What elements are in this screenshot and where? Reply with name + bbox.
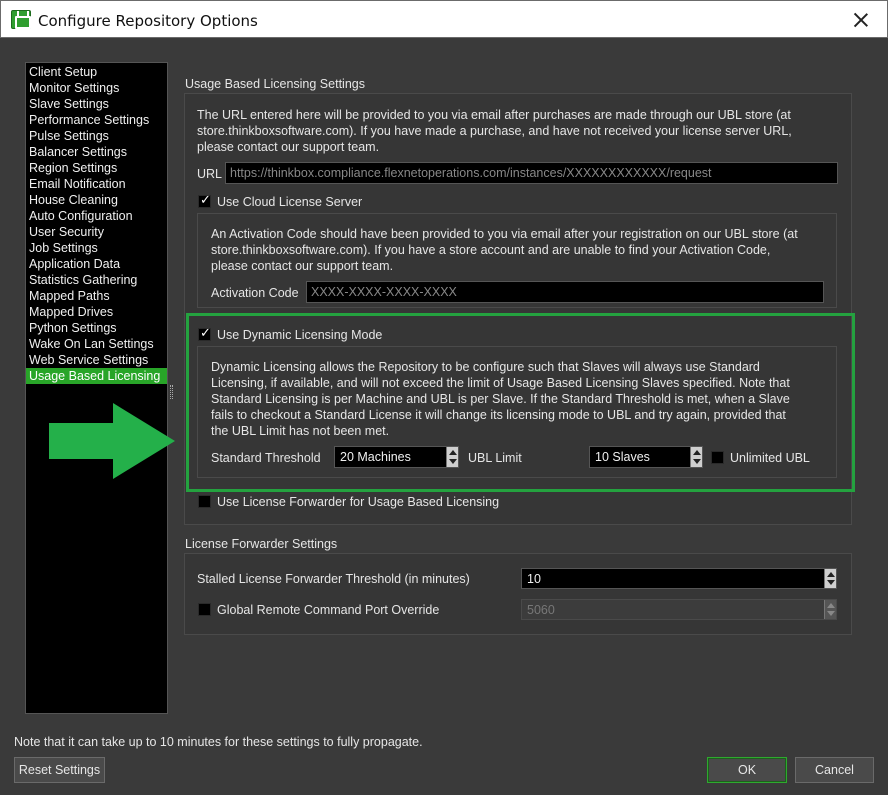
- use-cloud-license-server-label[interactable]: Use Cloud License Server: [217, 194, 362, 210]
- forwarder-group-title: License Forwarder Settings: [185, 537, 338, 551]
- dynamic-licensing-highlight-box: [186, 313, 855, 492]
- port-override-checkbox[interactable]: [198, 603, 211, 616]
- spinner-arrows-icon[interactable]: [824, 600, 836, 619]
- nav-item-auto-configuration[interactable]: Auto Configuration: [26, 208, 167, 224]
- url-label: URL: [197, 167, 223, 181]
- window-title: Configure Repository Options: [38, 12, 258, 30]
- use-license-forwarder-checkbox[interactable]: [198, 495, 211, 508]
- nav-item-statistics-gathering[interactable]: Statistics Gathering: [26, 272, 167, 288]
- ok-button[interactable]: OK: [707, 757, 787, 783]
- nav-item-python-settings[interactable]: Python Settings: [26, 320, 167, 336]
- nav-item-job-settings[interactable]: Job Settings: [26, 240, 167, 256]
- nav-item-usage-based-licensing[interactable]: Usage Based Licensing: [26, 368, 167, 384]
- nav-item-client-setup[interactable]: Client Setup: [26, 64, 167, 80]
- nav-item-house-cleaning[interactable]: House Cleaning: [26, 192, 167, 208]
- propagation-note: Note that it can take up to 10 minutes f…: [14, 735, 423, 749]
- ubl-intro-line-1: The URL entered here will be provided to…: [197, 108, 791, 122]
- port-override-value: 5060: [527, 603, 555, 617]
- nav-item-web-service-settings[interactable]: Web Service Settings: [26, 352, 167, 368]
- nav-item-region-settings[interactable]: Region Settings: [26, 160, 167, 176]
- arrow-annotation-icon: [49, 403, 175, 479]
- nav-item-wake-on-lan-settings[interactable]: Wake On Lan Settings: [26, 336, 167, 352]
- activation-code-input[interactable]: XXXX-XXXX-XXXX-XXXX: [306, 281, 824, 303]
- nav-item-mapped-drives[interactable]: Mapped Drives: [26, 304, 167, 320]
- use-license-forwarder-label[interactable]: Use License Forwarder for Usage Based Li…: [217, 494, 499, 510]
- ubl-intro-line-3: please contact our support team.: [197, 140, 380, 154]
- activation-line-3: please contact our support team.: [211, 259, 394, 273]
- spinner-arrows-icon[interactable]: [824, 569, 836, 588]
- splitter-handle[interactable]: [170, 385, 173, 399]
- app-icon: [11, 10, 31, 29]
- nav-item-user-security[interactable]: User Security: [26, 224, 167, 240]
- title-bar: Configure Repository Options: [0, 0, 888, 38]
- cancel-button[interactable]: Cancel: [795, 757, 874, 783]
- nav-item-slave-settings[interactable]: Slave Settings: [26, 96, 167, 112]
- nav-item-balancer-settings[interactable]: Balancer Settings: [26, 144, 167, 160]
- forwarder-group-panel: [184, 553, 852, 635]
- activation-line-2: store.thinkboxsoftware.com). If you have…: [211, 243, 771, 257]
- nav-item-mapped-paths[interactable]: Mapped Paths: [26, 288, 167, 304]
- ubl-intro-line-2: store.thinkboxsoftware.com). If you have…: [197, 124, 792, 138]
- activation-line-1: An Activation Code should have been prov…: [211, 227, 798, 241]
- nav-item-performance-settings[interactable]: Performance Settings: [26, 112, 167, 128]
- settings-nav-list[interactable]: Client Setup Monitor Settings Slave Sett…: [25, 62, 168, 714]
- port-override-label[interactable]: Global Remote Command Port Override: [217, 602, 439, 618]
- nav-item-pulse-settings[interactable]: Pulse Settings: [26, 128, 167, 144]
- port-override-spinbox[interactable]: 5060: [521, 599, 837, 620]
- stalled-threshold-value: 10: [527, 572, 541, 586]
- nav-item-application-data[interactable]: Application Data: [26, 256, 167, 272]
- nav-item-email-notification[interactable]: Email Notification: [26, 176, 167, 192]
- nav-item-monitor-settings[interactable]: Monitor Settings: [26, 80, 167, 96]
- use-cloud-license-server-checkbox[interactable]: [198, 193, 211, 208]
- reset-settings-button[interactable]: Reset Settings: [14, 757, 105, 783]
- ubl-group-title: Usage Based Licensing Settings: [185, 77, 365, 91]
- activation-code-label: Activation Code: [211, 286, 299, 300]
- stalled-threshold-label: Stalled License Forwarder Threshold (in …: [197, 572, 470, 586]
- url-input[interactable]: https://thinkbox.compliance.flexnetopera…: [225, 162, 838, 184]
- close-icon[interactable]: [839, 2, 883, 36]
- stalled-threshold-spinbox[interactable]: 10: [521, 568, 837, 589]
